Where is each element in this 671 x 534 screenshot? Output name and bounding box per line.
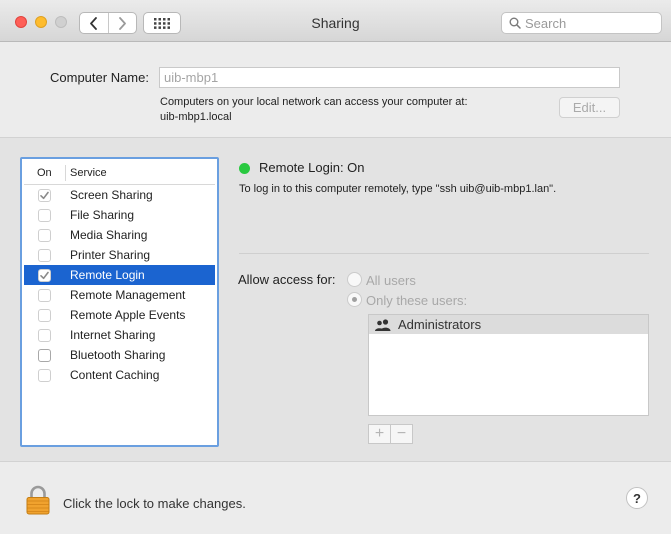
service-name: Media Sharing <box>70 228 148 242</box>
service-checkbox[interactable] <box>38 189 51 202</box>
service-row[interactable]: Media Sharing <box>24 225 215 245</box>
service-list[interactable]: On Service Screen Sharing File Sharing Med… <box>20 157 219 447</box>
help-button[interactable]: ? <box>626 487 648 509</box>
service-row[interactable]: Screen Sharing <box>24 185 215 205</box>
search-input[interactable] <box>525 15 655 31</box>
lock-instructions: Click the lock to make changes. <box>63 496 246 511</box>
service-row[interactable]: Remote Login <box>24 265 215 285</box>
allow-access-label: Allow access for: <box>238 272 336 287</box>
service-name: Remote Login <box>70 268 145 282</box>
allowed-users-list[interactable]: Administrators <box>368 314 649 416</box>
local-hostname: uib-mbp1.local <box>160 111 232 123</box>
only-these-users-radio[interactable] <box>347 292 362 307</box>
all-users-label: All users <box>366 273 416 288</box>
status-indicator-icon <box>239 163 250 174</box>
service-checkbox[interactable] <box>38 329 51 342</box>
service-name: Screen Sharing <box>70 188 153 202</box>
service-row[interactable]: Bluetooth Sharing <box>24 345 215 365</box>
service-row[interactable]: File Sharing <box>24 205 215 225</box>
service-row[interactable]: Content Caching <box>24 365 215 385</box>
service-row[interactable]: Internet Sharing <box>24 325 215 345</box>
service-checkbox[interactable] <box>38 269 51 282</box>
search-icon <box>509 17 521 29</box>
network-address-description: Computers on your local network can acce… <box>160 95 468 125</box>
footer-divider <box>0 461 671 462</box>
group-icon <box>375 319 391 331</box>
service-name: Internet Sharing <box>70 328 156 342</box>
service-checkbox[interactable] <box>38 289 51 302</box>
lock-icon <box>26 485 50 515</box>
service-checkbox[interactable] <box>38 209 51 222</box>
service-checkbox[interactable] <box>38 309 51 322</box>
all-users-radio[interactable] <box>347 272 362 287</box>
service-name: Bluetooth Sharing <box>70 348 166 362</box>
service-checkbox[interactable] <box>38 369 51 382</box>
column-header-service[interactable]: Service <box>70 167 107 179</box>
network-address-note: Computers on your local network can acce… <box>160 96 468 108</box>
lock-button[interactable] <box>26 485 50 518</box>
edit-hostname-button[interactable]: Edit... <box>559 97 620 118</box>
service-status: Remote Login: On <box>259 160 365 175</box>
service-row[interactable]: Printer Sharing <box>24 245 215 265</box>
service-row[interactable]: Remote Management <box>24 285 215 305</box>
user-add-remove-control: + − <box>368 424 413 444</box>
computer-name-label: Computer Name: <box>50 70 149 85</box>
computer-name-field[interactable] <box>159 67 620 88</box>
checkmark-icon <box>40 271 49 280</box>
remove-user-button[interactable]: − <box>390 425 412 443</box>
service-checkbox[interactable] <box>38 249 51 262</box>
service-name: Remote Apple Events <box>70 308 186 322</box>
login-instructions: To log in to this computer remotely, typ… <box>239 183 557 195</box>
column-divider <box>65 165 66 181</box>
user-name: Administrators <box>398 317 482 332</box>
service-checkbox[interactable] <box>38 349 51 362</box>
service-name: File Sharing <box>70 208 135 222</box>
title-bar: Sharing <box>0 0 671 42</box>
column-header-on[interactable]: On <box>37 167 52 179</box>
service-list-header: On Service <box>24 161 215 185</box>
service-name: Content Caching <box>70 368 160 382</box>
service-name: Printer Sharing <box>70 248 151 262</box>
add-user-button[interactable]: + <box>369 425 390 443</box>
detail-divider <box>239 253 649 254</box>
service-checkbox[interactable] <box>38 229 51 242</box>
checkmark-icon <box>40 191 49 200</box>
search-field[interactable] <box>501 12 662 34</box>
service-row[interactable]: Remote Apple Events <box>24 305 215 325</box>
list-item[interactable]: Administrators <box>369 315 648 334</box>
service-name: Remote Management <box>70 288 186 302</box>
only-these-users-label: Only these users: <box>366 293 468 308</box>
